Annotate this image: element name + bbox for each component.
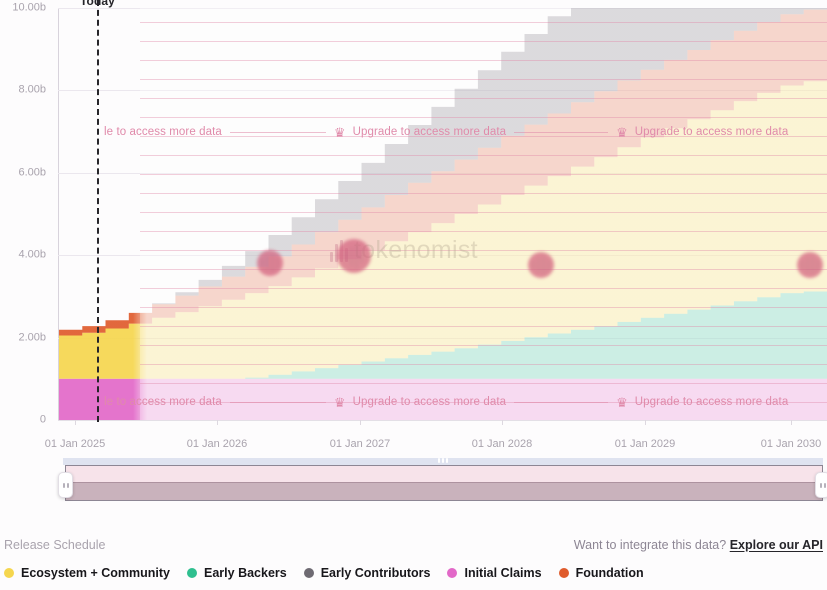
api-note: Want to integrate this data? Explore our…: [574, 538, 823, 552]
today-label: Today: [80, 0, 115, 8]
x-axis-tick-label: 01 Jan 2027: [329, 438, 391, 450]
integrate-text: Want to integrate this data?: [573, 538, 727, 552]
x-axis-tick-mark: [360, 420, 361, 425]
legend-label: Foundation: [575, 566, 644, 580]
x-axis-tick-mark: [75, 420, 76, 425]
date-range-slider[interactable]: [45, 458, 827, 502]
legend-label: Ecosystem + Community: [21, 566, 171, 580]
legend-color-dot: [4, 568, 14, 578]
range-slider-grip[interactable]: [438, 458, 448, 463]
y-axis-tick-label: 4.00b: [18, 248, 46, 261]
x-axis-tick-mark: [217, 420, 218, 425]
range-slider-window[interactable]: [65, 465, 823, 501]
legend-color-dot: [303, 568, 314, 578]
legend-item[interactable]: Ecosystem + Community: [4, 566, 170, 580]
legend-color-dot: [187, 568, 198, 578]
range-preview-line: [66, 481, 822, 483]
chart-legend: Ecosystem + Community Early Backers Early …: [4, 566, 644, 580]
range-handle-right[interactable]: [815, 472, 827, 498]
legend-item[interactable]: Early Contributors: [303, 566, 431, 580]
range-handle-left[interactable]: [58, 472, 73, 498]
chart-footer: Release Schedule Want to integrate this …: [0, 530, 827, 590]
x-axis-tick-label: 01 Jan 2029: [614, 438, 676, 450]
explore-api-link[interactable]: Explore our API: [730, 538, 823, 552]
y-axis: 0 2.00b 4.00b 6.00b 8.00b 10.00b: [0, 0, 54, 425]
token-release-schedule-chart: 0 2.00b 4.00b 6.00b 8.00b 10.00b tokenomist: [0, 0, 827, 590]
legend-label: Early Contributors: [320, 566, 431, 580]
x-axis-tick-mark: [791, 420, 792, 425]
y-axis-tick-label: 8.00b: [18, 83, 46, 96]
legend-item[interactable]: Early Backers: [187, 566, 287, 580]
x-axis-tick-mark: [502, 420, 503, 425]
legend-label: Initial Claims: [464, 566, 542, 580]
area-band: [59, 378, 827, 420]
x-axis-tick-label: 01 Jan 2026: [186, 438, 248, 450]
x-axis-line: [58, 420, 827, 421]
legend-color-dot: [447, 568, 458, 578]
today-marker-line: [97, 0, 99, 422]
x-axis-tick-label: 01 Jan 2028: [471, 438, 533, 450]
plot-region: [59, 8, 827, 420]
range-slider-track[interactable]: [63, 458, 823, 465]
y-axis-tick-label: 10.00b: [12, 1, 46, 14]
release-schedule-title: Release Schedule: [4, 538, 106, 552]
y-axis-tick-label: 0: [39, 413, 46, 426]
legend-item[interactable]: Initial Claims: [447, 566, 542, 580]
legend-item[interactable]: Foundation: [558, 566, 644, 580]
chart-area: 0 2.00b 4.00b 6.00b 8.00b 10.00b tokenomist: [0, 0, 827, 432]
y-axis-tick-label: 6.00b: [18, 166, 46, 179]
x-axis-tick-label: 01 Jan 2030: [760, 438, 822, 450]
x-axis: 01 Jan 2025 01 Jan 2026 01 Jan 2027 01 Jan …: [0, 438, 827, 456]
stacked-area-svg: [59, 8, 827, 420]
y-axis-tick-label: 2.00b: [18, 331, 46, 344]
x-axis-tick-label: 01 Jan 2025: [44, 438, 106, 450]
legend-color-dot: [558, 568, 569, 578]
legend-label: Early Backers: [204, 566, 287, 580]
x-axis-tick-mark: [645, 420, 646, 425]
